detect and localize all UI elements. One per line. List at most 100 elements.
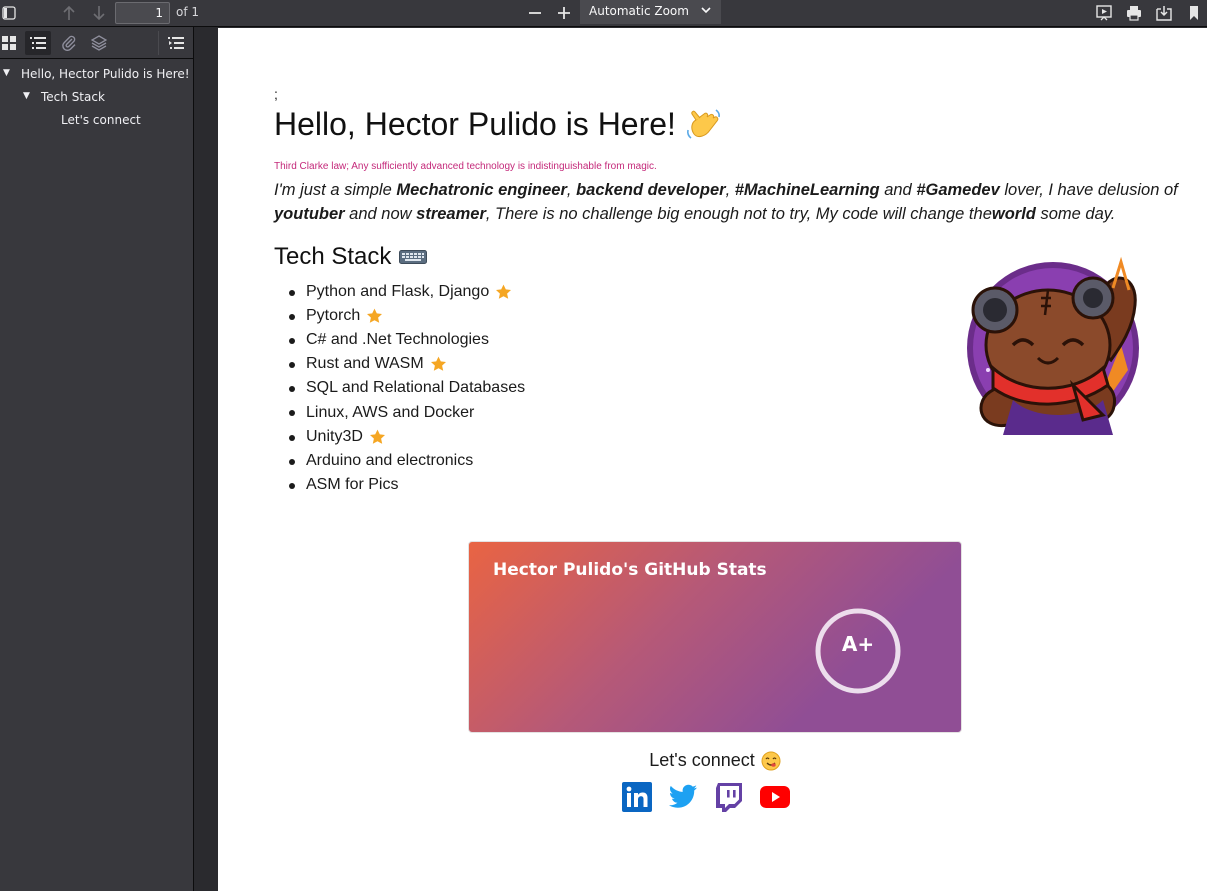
outline-icon	[30, 37, 46, 49]
youtube-icon	[760, 786, 790, 808]
previous-page-button[interactable]	[57, 2, 81, 24]
twitch-link[interactable]	[714, 782, 744, 812]
minus-icon	[529, 12, 541, 14]
print-icon	[1127, 6, 1141, 21]
outline-view-button[interactable]	[25, 31, 51, 55]
tech-stack-item: Python and Flask, Django	[288, 280, 525, 304]
sidebar-toggle-button[interactable]	[0, 2, 21, 24]
save-button[interactable]	[1152, 2, 1176, 24]
tech-stack-item-label: Pytorch	[306, 307, 361, 325]
current-outline-icon	[168, 37, 184, 49]
sidebar: ▼ Hello, Hector Pulido is Here! ▼ Tech S…	[0, 27, 193, 891]
chevron-down-icon	[701, 7, 711, 14]
pdf-page: ; Hello, Hector Pulido is Here! Third Cl…	[218, 28, 1207, 891]
intro-bold: #Gamedev	[916, 181, 1000, 199]
yum-face-icon	[761, 751, 781, 770]
thumbnails-icon	[2, 36, 16, 50]
lets-connect-heading: Let's connect	[218, 750, 1207, 771]
zoom-select[interactable]: Automatic Zoom	[580, 0, 721, 24]
zoom-value: Automatic Zoom	[589, 4, 689, 18]
page-title-text: Hello, Hector Pulido is Here!	[274, 106, 676, 142]
twitch-icon	[716, 783, 742, 812]
tech-stack-item-label: C# and .Net Technologies	[306, 331, 489, 349]
tech-stack-item-label: ASM for Pics	[306, 475, 399, 493]
star-icon	[495, 284, 512, 300]
tech-stack-item-label: Rust and WASM	[306, 355, 424, 373]
stray-semicolon: ;	[274, 86, 278, 102]
arrow-up-icon	[63, 5, 75, 20]
presentation-icon	[1096, 5, 1112, 21]
intro-text: ,	[725, 181, 735, 199]
outline-item-title[interactable]: Hello, Hector Pulido is Here!	[21, 67, 190, 81]
intro-paragraph: I'm just a simple Mechatronic engineer , …	[274, 178, 1184, 226]
expand-toggle-icon[interactable]: ▼	[3, 68, 10, 78]
tech-stack-item: Pytorch	[288, 304, 525, 328]
intro-bold: backend developer	[576, 181, 726, 199]
tech-stack-item: C# and .Net Technologies	[288, 328, 525, 352]
tech-stack-item: Linux, AWS and Docker	[288, 400, 525, 424]
print-button[interactable]	[1122, 2, 1146, 24]
sidebar-toolbar-separator	[158, 31, 159, 55]
bookmark-icon	[1190, 6, 1198, 20]
intro-bold: #MachineLearning	[734, 181, 880, 199]
page-number-input[interactable]	[115, 2, 170, 24]
expand-toggle-icon[interactable]: ▼	[23, 91, 30, 101]
arrow-down-icon	[93, 6, 105, 21]
tech-stack-list: Python and Flask, Django Pytorch C# and .N…	[288, 280, 525, 497]
plus-icon	[558, 7, 570, 19]
tech-stack-item: Unity3D	[288, 425, 525, 449]
layers-view-button[interactable]	[86, 31, 112, 55]
github-stats-title: Hector Pulido's GitHub Stats	[493, 560, 767, 580]
intro-text: lover, I have delusion of	[999, 181, 1178, 199]
presentation-mode-button[interactable]	[1092, 2, 1116, 24]
save-icon	[1156, 6, 1172, 21]
zoom-in-button[interactable]	[552, 2, 576, 24]
current-outline-item-button[interactable]	[163, 31, 189, 55]
star-icon	[366, 308, 383, 324]
sidebar-toolbar	[0, 27, 193, 59]
bookmark-button[interactable]	[1182, 2, 1206, 24]
teddy-bear-mascot-image	[967, 256, 1139, 435]
intro-text: ,	[566, 181, 577, 199]
tech-stack-heading-text: Tech Stack	[274, 243, 392, 270]
page-count: of 1	[176, 5, 200, 19]
attachments-view-button[interactable]	[56, 31, 82, 55]
sidebar-toggle-icon	[2, 6, 16, 20]
clarke-quote: Third Clarke law; Any sufficiently advan…	[274, 161, 657, 172]
tech-stack-heading: Tech Stack	[274, 243, 428, 271]
zoom-out-button[interactable]	[523, 2, 547, 24]
tech-stack-item: SQL and Relational Databases	[288, 376, 525, 400]
github-stats-card[interactable]: Hector Pulido's GitHub Stats A+	[468, 541, 962, 733]
youtube-link[interactable]	[760, 782, 790, 812]
next-page-button[interactable]	[87, 2, 111, 24]
tech-stack-item-label: Python and Flask, Django	[306, 283, 490, 301]
linkedin-icon	[622, 782, 652, 812]
tech-stack-item-label: Linux, AWS and Docker	[306, 403, 475, 421]
sidebar-resizer[interactable]	[193, 27, 218, 891]
twitter-link[interactable]	[668, 782, 698, 812]
paperclip-icon	[62, 35, 76, 51]
star-icon	[369, 429, 386, 445]
outline-item-lets-connect[interactable]: Let's connect	[61, 113, 141, 127]
intro-text: and now	[344, 205, 417, 223]
outline-item-tech-stack[interactable]: Tech Stack	[41, 90, 105, 104]
intro-bold: Mechatronic engineer	[396, 181, 567, 199]
intro-text: and	[879, 181, 917, 199]
tech-stack-item-label: Arduino and electronics	[306, 451, 474, 469]
tech-stack-item-label: Unity3D	[306, 427, 363, 445]
intro-bold: world	[991, 205, 1036, 223]
waving-hand-icon	[686, 108, 720, 139]
intro-text: I'm just a simple	[274, 181, 397, 199]
github-rank: A+	[841, 632, 875, 656]
page-title: Hello, Hector Pulido is Here!	[274, 106, 722, 143]
tech-stack-item: Arduino and electronics	[288, 449, 525, 473]
social-links	[622, 782, 790, 814]
lets-connect-text: Let's connect	[649, 750, 755, 770]
intro-text: some day.	[1035, 205, 1116, 223]
thumbnails-view-button[interactable]	[0, 31, 22, 55]
intro-bold: youtuber	[274, 205, 345, 223]
tech-stack-item: Rust and WASM	[288, 352, 525, 376]
twitter-icon	[668, 784, 697, 808]
keyboard-icon	[399, 250, 428, 264]
linkedin-link[interactable]	[622, 782, 652, 812]
